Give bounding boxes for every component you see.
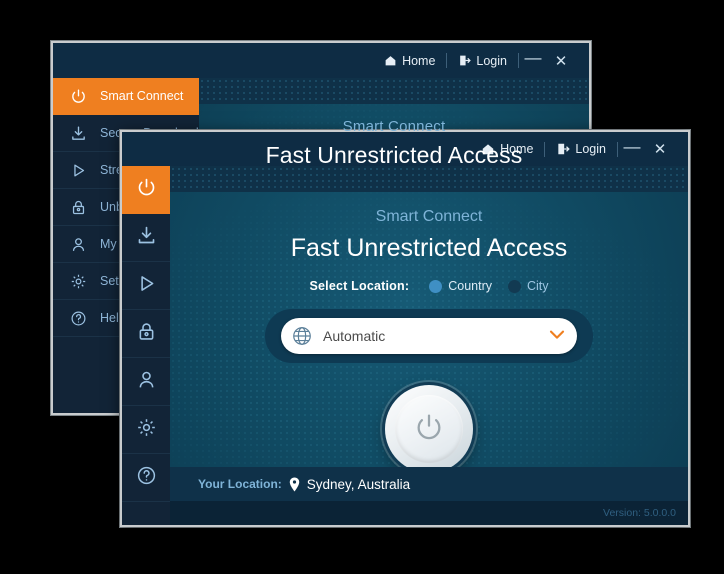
sidebar-item-help[interactable]	[122, 454, 170, 502]
band-dot-pattern	[170, 166, 688, 192]
back-window-titlebar: Home Login — ✕	[53, 43, 589, 78]
select-location-row: Select Location: Country City	[170, 279, 688, 293]
front-content-subtitle: Smart Connect	[375, 208, 483, 225]
back-content-subtitle: Smart Connect	[342, 118, 446, 135]
location-select-value: Automatic	[323, 328, 386, 344]
front-content-title: Fast Unrestricted Access	[290, 234, 568, 262]
location-select[interactable]: Automatic	[281, 318, 577, 354]
sidebar-item-streaming[interactable]	[122, 262, 170, 310]
close-button[interactable]: ✕	[547, 43, 575, 78]
power-icon	[412, 410, 446, 449]
power-button-wrap	[170, 385, 688, 473]
band-dot-pattern	[199, 78, 589, 104]
radio-city-dot	[508, 279, 521, 293]
power-icon	[136, 177, 157, 203]
radio-country-label: Country	[448, 279, 492, 293]
close-button[interactable]: ✕	[646, 132, 674, 166]
login-button[interactable]: Login	[447, 43, 518, 78]
lock-icon	[136, 321, 157, 347]
download-icon	[67, 122, 89, 144]
sidebar-item-smart-connect[interactable]: Smart Connect	[53, 78, 199, 115]
screenshot-stage: Home Login — ✕ Smart Connect My Help Sma…	[0, 0, 724, 574]
radio-city-label: City	[527, 279, 549, 293]
front-window-content: Smart Connect Fast Unrestricted Access S…	[170, 166, 688, 525]
user-icon	[136, 369, 157, 395]
version-text: Version: 5.0.0.0	[603, 507, 676, 519]
connect-power-button[interactable]	[385, 385, 473, 473]
radio-city[interactable]: City	[508, 279, 549, 293]
gear-icon	[67, 270, 89, 292]
content-top-band	[170, 166, 688, 192]
version-bar: Version: 5.0.0.0	[170, 501, 688, 525]
home-icon	[384, 54, 397, 67]
play-icon	[136, 273, 157, 299]
back-content-title: Fast Unrestricted Access	[265, 142, 523, 168]
globe-icon	[291, 325, 313, 347]
front-window-sidebar	[122, 166, 170, 525]
content-top-band	[199, 78, 589, 104]
minimize-button[interactable]: —	[519, 43, 547, 78]
chevron-down-icon[interactable]	[549, 329, 565, 344]
minimize-button[interactable]: —	[618, 132, 646, 166]
sidebar-item-secure-download[interactable]	[122, 214, 170, 262]
sidebar-item-my-account[interactable]	[122, 358, 170, 406]
radio-country-dot	[429, 279, 443, 293]
location-select-container: Automatic	[265, 309, 593, 363]
download-icon	[136, 225, 157, 251]
map-pin-icon	[288, 477, 301, 492]
select-location-label: Select Location:	[309, 279, 410, 293]
power-icon	[67, 85, 89, 107]
gear-icon	[136, 417, 157, 443]
help-icon	[136, 465, 157, 491]
titlebar-spacer	[53, 43, 373, 78]
sidebar-item-smart-connect[interactable]	[122, 166, 170, 214]
play-icon	[67, 159, 89, 181]
back-window-titlebar-tools: Home Login — ✕	[373, 43, 589, 78]
sidebar-item-unblock[interactable]	[122, 310, 170, 358]
login-arrow-icon	[458, 54, 472, 67]
home-label: Home	[402, 53, 436, 68]
front-window-content-inner: Smart Connect Fast Unrestricted Access S…	[170, 166, 688, 525]
lock-icon	[67, 196, 89, 218]
your-location-bar: Your Location: Sydney, Australia	[170, 467, 688, 501]
front-window-body: Smart Connect Fast Unrestricted Access S…	[122, 166, 688, 525]
your-location-value: Sydney, Australia	[306, 476, 411, 492]
power-button-inner	[395, 395, 463, 463]
sidebar-item-settings[interactable]	[122, 406, 170, 454]
sidebar-item-label: Smart Connect	[100, 89, 184, 103]
user-icon	[67, 233, 89, 255]
foreground-app-window[interactable]: Home Login — ✕ Smart Connect Fast Unrest…	[120, 130, 690, 527]
help-icon	[67, 307, 89, 329]
login-label: Login	[476, 53, 507, 68]
home-button[interactable]: Home	[373, 43, 446, 78]
radio-country[interactable]: Country	[429, 279, 492, 293]
your-location-label: Your Location:	[198, 477, 282, 491]
